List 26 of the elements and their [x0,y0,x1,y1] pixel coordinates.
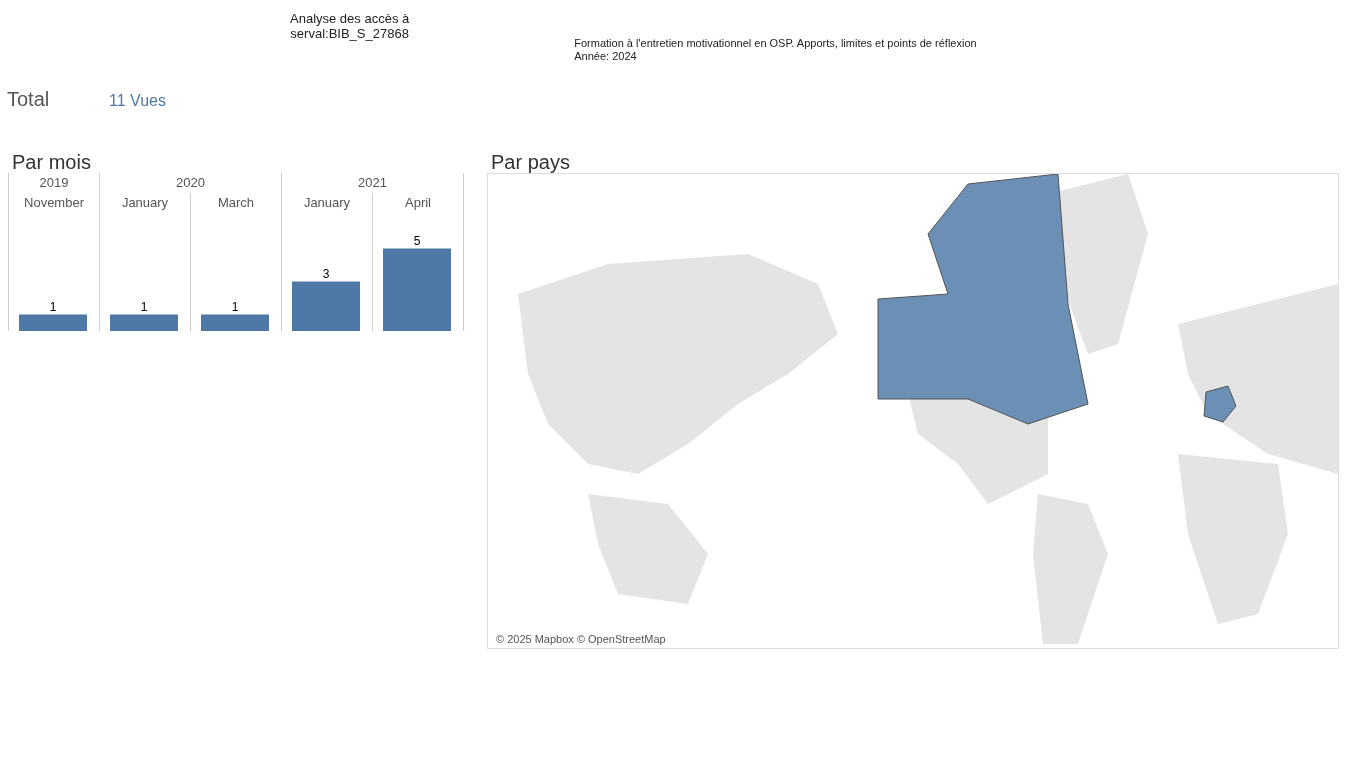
bar [110,314,178,331]
year-header: 2021 [357,174,388,192]
month-header: March [216,194,256,212]
bar [292,281,360,331]
section-title: Par mois [11,150,92,173]
document-title: Formation à l'entretien motivationnel en OSP. Apports, limites et points de réflexion [574,37,977,50]
data-label: 5 [413,233,421,248]
total-label: Total [7,87,51,111]
month-header: January [302,194,352,212]
section-title: Par pays [490,150,571,173]
year-header: 2020 [175,174,206,192]
data-label: 1 [231,299,239,314]
bar [201,314,269,331]
report-title: Analyse des accès à serval:BIB_S_27868 [290,11,410,41]
document-year: Année: 2024 [574,50,638,63]
map-attribution: © 2025 Mapbox © OpenStreetMap [494,633,668,645]
total-value: 11 Vues [109,92,166,110]
month-header: April [404,194,432,212]
year-header: 2019 [38,174,70,192]
highlighted-country [1203,385,1237,423]
data-label: 1 [140,299,148,314]
data-label: 3 [322,266,330,281]
month-header: November [23,194,85,212]
month-header: January [120,194,170,212]
bar [19,314,87,331]
data-label: 1 [49,299,57,314]
